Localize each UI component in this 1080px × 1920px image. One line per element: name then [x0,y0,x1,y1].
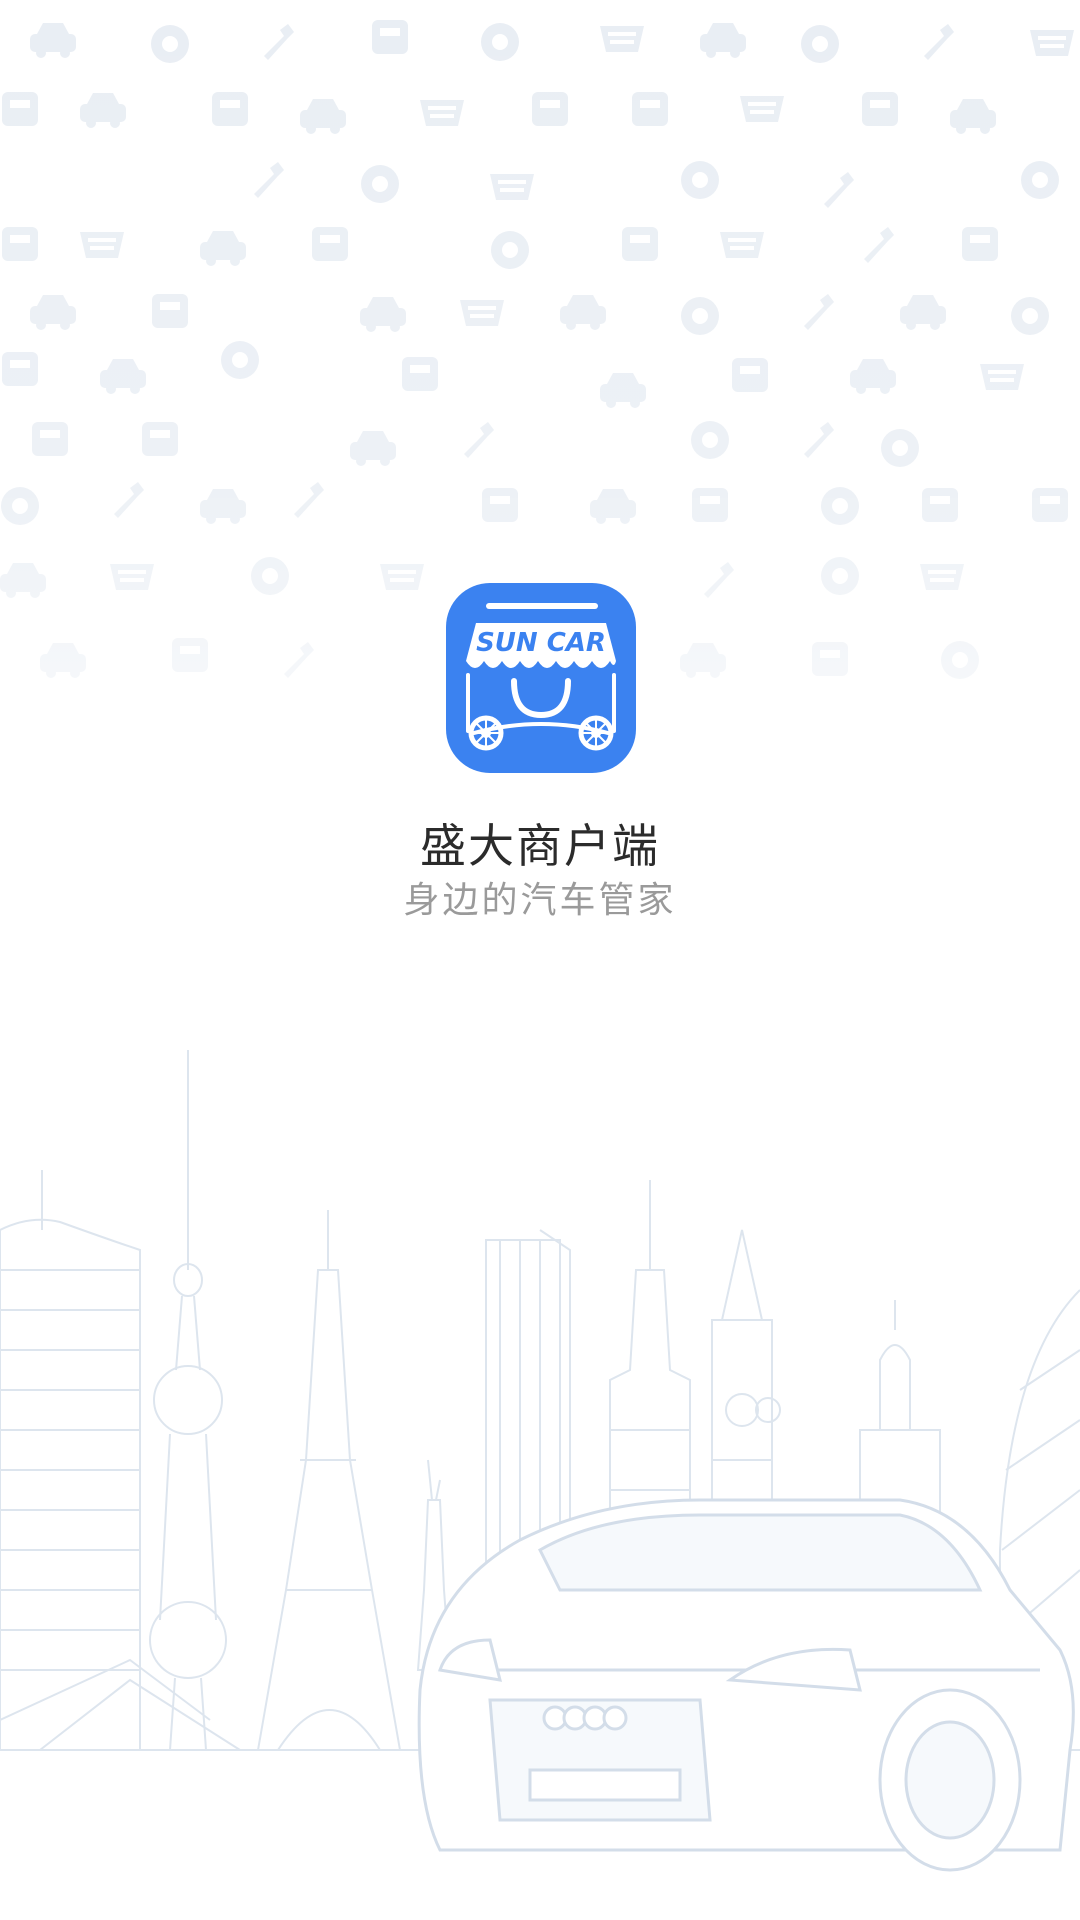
skyline-illustration [0,1050,1080,1872]
app-slogan: 身边的汽车管家 [403,880,677,921]
app-logo-icon: SUN CAR [446,583,636,773]
app-name: 盛大商户端 [420,819,660,873]
splash-screen: SUN CAR 盛大商户端 身边的汽车管家 [0,0,1080,1920]
logo-text: SUN CAR [476,628,606,658]
